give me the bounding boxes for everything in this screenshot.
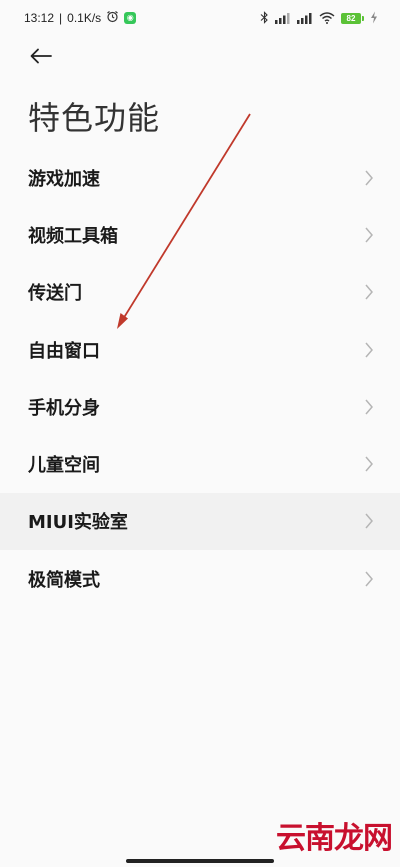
chevron-right-icon [364,169,374,187]
menu-item-label: 儿童空间 [28,455,100,477]
page-title: 特色功能 [28,99,161,137]
chevron-right-icon [364,226,374,244]
menu-item-label: 视频工具箱 [28,225,118,247]
menu-item-kids-space[interactable]: 儿童空间 [0,435,400,492]
wifi-icon [319,9,335,28]
back-button[interactable] [29,46,55,70]
menu-item-free-window[interactable]: 自由窗口 [0,321,400,378]
status-left: 13:12 | 0.1K/s ◉ [24,10,137,26]
chevron-right-icon [364,283,374,301]
home-indicator[interactable] [126,859,274,863]
chevron-right-icon [364,341,374,359]
feature-menu-list: 游戏加速 视频工具箱 传送门 自由窗口 手机分身 儿童空间 MIUI实验室 极简… [0,149,400,607]
chevron-right-icon [364,512,374,530]
battery-tip [362,16,364,21]
menu-item-label: 自由窗口 [28,340,100,362]
app-notification-icon: ◉ [124,12,137,24]
menu-item-label: 手机分身 [28,397,100,419]
arrow-left-icon [29,48,53,68]
status-time: 13:12 [24,11,55,25]
menu-item-label: 传送门 [28,283,82,305]
watermark-logo: 云南龙网 [276,821,393,856]
chevron-right-icon [364,570,374,588]
chevron-right-icon [364,398,374,416]
signal-icon-2 [297,9,313,28]
menu-item-video-toolbox[interactable]: 视频工具箱 [0,206,400,263]
signal-icon [275,9,291,28]
network-speed: 0.1K/s [67,11,102,25]
alarm-icon [106,10,119,26]
chevron-right-icon [364,455,374,473]
charging-icon [370,9,378,28]
menu-item-label: 游戏加速 [28,168,100,190]
menu-item-label: 极简模式 [28,569,100,591]
status-separator: | [59,11,63,25]
status-right: 82 [260,9,378,28]
menu-item-second-space[interactable]: 手机分身 [0,378,400,435]
menu-item-portal[interactable]: 传送门 [0,264,400,321]
menu-item-label: MIUI实验室 [28,512,128,534]
battery-indicator: 82 [341,13,364,24]
menu-item-simple-mode[interactable]: 极简模式 [0,550,400,607]
menu-item-miui-lab[interactable]: MIUI实验室 [0,492,400,551]
battery-level: 82 [341,13,361,24]
menu-item-game-turbo[interactable]: 游戏加速 [0,149,400,206]
bluetooth-icon [260,9,269,28]
status-bar: 13:12 | 0.1K/s ◉ 82 [0,0,400,36]
